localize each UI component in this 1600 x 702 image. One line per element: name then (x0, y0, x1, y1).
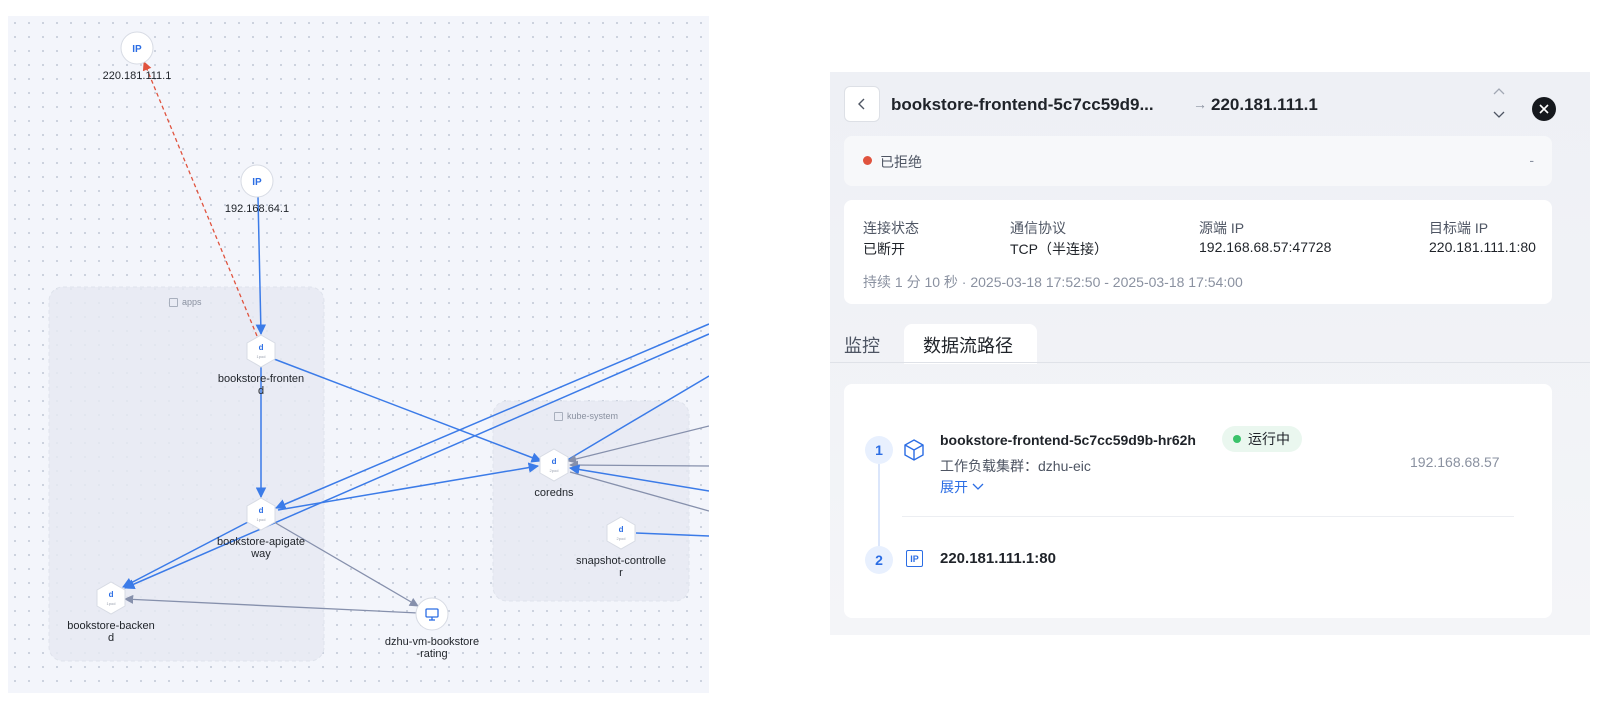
namespace-icon (554, 411, 563, 421)
node-public-ip-label: 220.181.111.1 (102, 70, 172, 82)
group-kube-system-label: kube-system (554, 411, 618, 421)
svg-text:2pod: 2pod (617, 536, 626, 541)
protocol-label: 通信协议 (1010, 220, 1066, 236)
step-1-index: 1 (865, 436, 893, 464)
flow-destination-title: 220.181.111.1 (1211, 95, 1318, 114)
group-apps[interactable] (48, 286, 325, 662)
group-apps-label: apps (169, 297, 202, 307)
svg-text:IP: IP (252, 177, 262, 188)
svg-text:d: d (552, 457, 557, 466)
tab-flow-path-label: 数据流路径 (923, 336, 1013, 356)
running-status-dot (1233, 435, 1241, 443)
denied-status-dot (863, 156, 872, 165)
step-2-name[interactable]: 220.181.111.1:80 (940, 550, 1056, 567)
step-2-index: 2 (865, 546, 893, 574)
flow-source-title: bookstore-frontend-5c7cc59d9... (891, 95, 1154, 114)
destination-ip-value: 220.181.111.1:80 (1429, 239, 1536, 255)
chevron-left-icon (858, 98, 865, 110)
node-vm-rating-label: dzhu-vm-bookstore -rating (384, 636, 480, 660)
group-apps-name: apps (182, 297, 202, 307)
running-status-badge: 运行中 (1222, 426, 1302, 452)
node-apigateway-label: bookstore-apigate way (216, 536, 306, 560)
svg-text:d: d (109, 590, 114, 599)
topology-graph: IP IP d 1pod d 1pod d 1pod d 2pod d 2pod (48, 31, 709, 662)
chevron-down-icon[interactable] (1492, 110, 1506, 120)
svg-text:1pod: 1pod (107, 601, 116, 606)
node-vm-rating[interactable] (415, 597, 449, 631)
node-public-ip[interactable]: IP (120, 31, 154, 65)
flow-detail-panel: bookstore-frontend-5c7cc59d9... → 220.18… (830, 72, 1590, 635)
state-label: 连接状态 (863, 220, 919, 236)
pod-cube-icon (904, 439, 924, 461)
svg-text:1pod: 1pod (257, 354, 266, 359)
group-kube-system-name: kube-system (567, 411, 619, 421)
namespace-icon (169, 297, 178, 307)
step-1-name[interactable]: bookstore-frontend-5c7cc59d9b-hr62h (940, 432, 1196, 448)
ip-icon: IP (906, 550, 923, 567)
tab-flow-path[interactable]: 数据流路径 (904, 324, 1037, 364)
expand-label: 展开 (940, 479, 968, 495)
chevron-up-icon[interactable] (1492, 86, 1506, 96)
svg-text:d: d (259, 343, 264, 352)
path-connector-line (878, 464, 880, 548)
destination-ip-label: 目标端 IP (1429, 220, 1489, 236)
node-backend-label: bookstore-backen d (67, 620, 155, 644)
tab-divider (830, 362, 1590, 363)
topology-canvas[interactable]: IP IP d 1pod d 1pod d 1pod d 2pod d 2pod… (8, 16, 709, 693)
protocol-value: TCP（半连接） (1010, 241, 1108, 257)
node-frontend-label: bookstore-fronten d (217, 373, 305, 397)
source-ip-label: 源端 IP (1199, 220, 1245, 236)
duration-text: 持续 1 分 10 秒 · 2025-03-18 17:52:50 - 2025… (863, 274, 1243, 290)
svg-text:2pod: 2pod (550, 468, 559, 473)
node-node-ip-label: 192.168.64.1 (224, 203, 290, 215)
verdict-card: 已拒绝 - (844, 136, 1552, 186)
svg-text:d: d (619, 525, 624, 534)
close-button[interactable] (1532, 97, 1556, 121)
svg-text:1pod: 1pod (257, 517, 266, 522)
expand-link[interactable]: 展开 (940, 477, 984, 497)
flow-arrow: → (1193, 96, 1207, 112)
flow-path-card (844, 384, 1552, 618)
running-status-text: 运行中 (1248, 431, 1290, 447)
step-1-cluster: 工作负载集群：dzhu-eic (940, 458, 1091, 474)
verdict-extra: - (1529, 152, 1534, 168)
source-ip-value: 192.168.68.57:47728 (1199, 239, 1332, 255)
path-step-divider (902, 516, 1514, 517)
verdict-text: 已拒绝 (880, 154, 922, 170)
state-value: 已断开 (863, 241, 905, 257)
chevron-down-icon (972, 483, 984, 490)
node-coredns-label: coredns (534, 487, 574, 499)
svg-text:IP: IP (132, 44, 142, 55)
svg-text:d: d (259, 506, 264, 515)
back-button[interactable] (844, 86, 880, 122)
tab-monitoring[interactable]: 监控 (844, 332, 880, 358)
close-icon (1539, 104, 1549, 114)
node-snapshot-controller-label: snapshot-controlle r (576, 555, 666, 579)
step-1-ip: 192.168.68.57 (1410, 454, 1500, 470)
node-node-ip[interactable]: IP (240, 164, 274, 198)
